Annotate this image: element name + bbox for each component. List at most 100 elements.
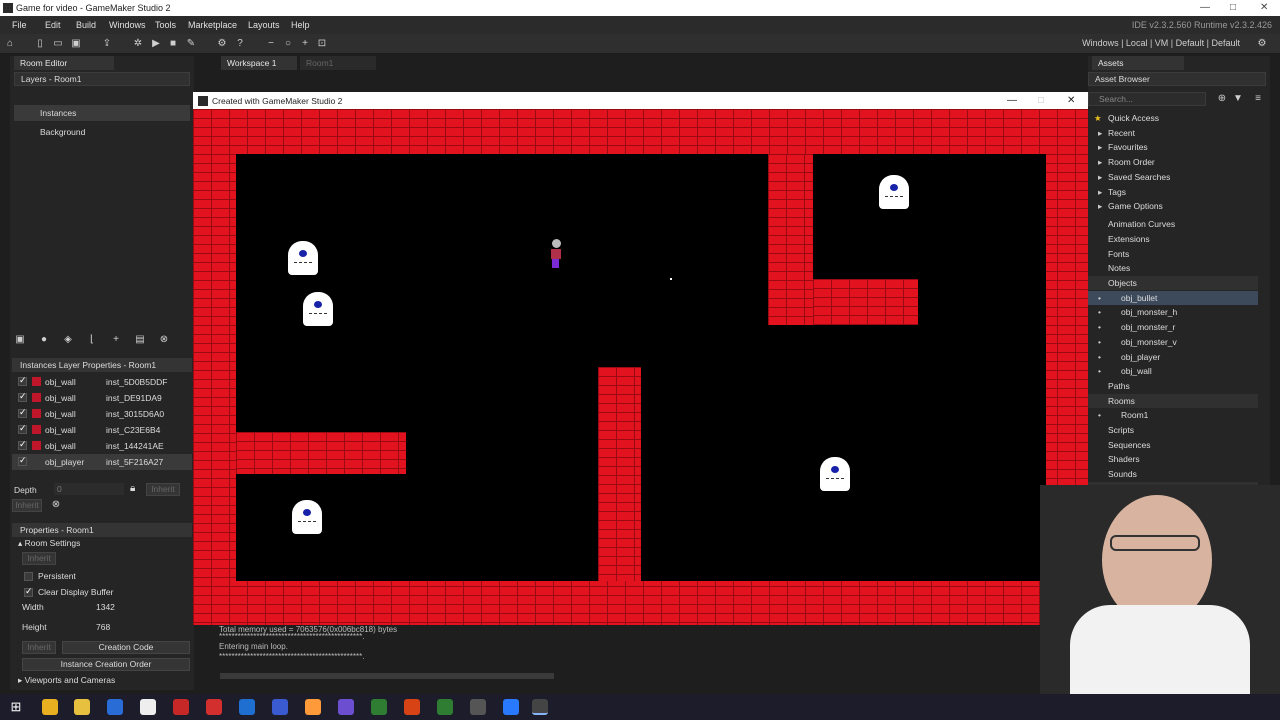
instance-row[interactable]: obj_wall inst_3015D6A0 xyxy=(12,406,192,422)
clean-icon[interactable]: ✎ xyxy=(185,38,197,50)
asset-item[interactable]: ▸ Recent xyxy=(1088,126,1258,140)
instance-checkbox[interactable] xyxy=(18,375,27,386)
asset-item[interactable]: Objects xyxy=(1088,276,1258,290)
menu-edit[interactable]: Edit xyxy=(45,20,61,30)
menu-layouts[interactable]: Layouts xyxy=(248,20,280,30)
menu-file[interactable]: File xyxy=(12,20,27,30)
game-maximize-button[interactable]: □ xyxy=(1038,95,1044,106)
menu-windows[interactable]: Windows xyxy=(109,20,146,30)
home-icon[interactable]: ⌂ xyxy=(4,38,16,50)
debug-icon[interactable]: ✲ xyxy=(132,38,144,50)
depth-input[interactable]: 0 xyxy=(54,483,124,495)
open-project-icon[interactable]: ▭ xyxy=(52,38,64,50)
fit-icon[interactable]: ⊡ xyxy=(316,38,328,50)
asset-item[interactable]: Scripts xyxy=(1088,423,1258,437)
new-project-icon[interactable]: ▯ xyxy=(34,38,46,50)
inherit-code-button[interactable]: Inherit xyxy=(22,641,56,654)
asset-item[interactable]: • obj_monster_h xyxy=(1088,305,1258,319)
instance-checkbox[interactable] xyxy=(18,455,27,466)
inherit-button[interactable]: Inherit xyxy=(12,499,42,512)
inherit-depth-button[interactable]: Inherit xyxy=(146,483,180,496)
folder-icon[interactable]: ▤ xyxy=(134,334,146,346)
instance-checkbox[interactable] xyxy=(18,423,27,434)
layer-instances[interactable]: Instances xyxy=(14,105,190,121)
app-icon[interactable] xyxy=(272,699,288,715)
teams-icon[interactable] xyxy=(338,699,354,715)
save-icon[interactable]: ▣ xyxy=(70,38,82,50)
asset-item[interactable]: Notes xyxy=(1088,261,1258,275)
instance-row[interactable]: obj_wall inst_144241AE xyxy=(12,438,192,454)
game-canvas[interactable] xyxy=(193,109,1088,625)
clear-display-checkbox[interactable] xyxy=(24,586,33,597)
inherit-room-button[interactable]: Inherit xyxy=(22,552,56,565)
clock-icon[interactable] xyxy=(470,699,486,715)
asset-item[interactable]: • Room1 xyxy=(1088,408,1258,422)
filter-icon[interactable]: ▼ xyxy=(1232,93,1244,105)
asset-item[interactable]: ▸ Tags xyxy=(1088,185,1258,199)
sims-icon[interactable] xyxy=(140,699,156,715)
run-icon[interactable]: ▶ xyxy=(150,38,162,50)
asset-item[interactable]: • obj_wall xyxy=(1088,364,1258,378)
viewports-header[interactable]: ▸ Viewports and Cameras xyxy=(18,675,188,691)
instance-row[interactable]: obj_wall inst_C23E6B4 xyxy=(12,422,192,438)
asset-browser-dropdown[interactable]: Asset Browser xyxy=(1088,72,1266,86)
instance-row[interactable]: obj_wall inst_5D0B5DDF xyxy=(12,374,192,390)
asset-item[interactable]: ▸ Favourites xyxy=(1088,140,1258,154)
help-icon[interactable]: ? xyxy=(234,38,246,50)
close-button[interactable]: ✕ xyxy=(1260,2,1268,13)
gamemaker-icon[interactable] xyxy=(371,699,387,715)
outlook-icon[interactable] xyxy=(239,699,255,715)
delete-icon[interactable]: ⊗ xyxy=(158,334,170,346)
menu-tools[interactable]: Tools xyxy=(155,20,176,30)
menu-icon[interactable]: ≡ xyxy=(1252,93,1264,105)
lock-icon[interactable]: 🔒︎ xyxy=(130,483,135,494)
horizontal-scrollbar[interactable] xyxy=(220,673,554,679)
height-input[interactable]: 768 xyxy=(96,622,110,638)
add-icon[interactable]: ⊕ xyxy=(1216,93,1228,105)
asset-item[interactable]: Shaders xyxy=(1088,452,1258,466)
creation-code-button[interactable]: Creation Code xyxy=(62,641,190,654)
asset-item[interactable]: ▸ Room Order xyxy=(1088,155,1258,169)
chrome-icon[interactable] xyxy=(42,699,58,715)
gamemaker-active-icon[interactable] xyxy=(532,699,548,715)
asset-item[interactable]: Fonts xyxy=(1088,247,1258,261)
asset-item[interactable]: ▸ Game Options xyxy=(1088,199,1258,213)
instance-row[interactable]: obj_player inst_5F216A27 xyxy=(12,454,192,470)
asset-item[interactable]: • obj_monster_r xyxy=(1088,320,1258,334)
powerpoint-icon[interactable] xyxy=(404,699,420,715)
tab-room-editor[interactable]: Room Editor xyxy=(14,56,114,70)
layers-dropdown[interactable]: Layers - Room1 xyxy=(14,72,190,86)
target-selector[interactable]: Windows | Local | VM | Default | Default xyxy=(1082,38,1240,48)
instance-checkbox[interactable] xyxy=(18,407,27,418)
settings-icon[interactable]: ⚙ xyxy=(216,38,228,50)
asset-item[interactable]: ▸ Saved Searches xyxy=(1088,170,1258,184)
asset-item[interactable]: Sounds xyxy=(1088,467,1258,481)
vlc-icon[interactable] xyxy=(305,699,321,715)
menu-marketplace[interactable]: Marketplace xyxy=(188,20,237,30)
menu-build[interactable]: Build xyxy=(76,20,96,30)
path-icon[interactable]: ⌊ xyxy=(86,334,98,346)
add-layer-icon[interactable]: + xyxy=(110,334,122,346)
store-icon[interactable] xyxy=(107,699,123,715)
search-input[interactable]: Search... xyxy=(1088,92,1206,106)
excel-icon[interactable] xyxy=(437,699,453,715)
asset-item[interactable]: Animation Curves xyxy=(1088,217,1258,231)
instance-checkbox[interactable] xyxy=(18,439,27,450)
game-close-button[interactable]: ✕ xyxy=(1067,95,1075,106)
override-icon[interactable]: ⊗ xyxy=(50,499,62,511)
gear-icon[interactable]: ⚙ xyxy=(1256,38,1268,50)
zoom-in-icon[interactable]: + xyxy=(299,38,311,50)
layer-background[interactable]: Background xyxy=(14,124,190,140)
asset-item[interactable]: • obj_bullet xyxy=(1088,290,1258,305)
minimize-button[interactable]: — xyxy=(1200,2,1210,13)
asset-item[interactable]: • obj_monster_v xyxy=(1088,335,1258,349)
start-icon[interactable]: ⊞ xyxy=(8,699,24,715)
asset-item[interactable]: ★ Quick Access xyxy=(1088,111,1258,125)
acrobat-icon[interactable] xyxy=(173,699,189,715)
export-icon[interactable]: ⇪ xyxy=(101,38,113,50)
tab-workspace[interactable]: Workspace 1 xyxy=(221,56,297,70)
width-input[interactable]: 1342 xyxy=(96,602,115,618)
zoom-reset-icon[interactable]: ○ xyxy=(282,38,294,50)
asset-item[interactable]: Sequences xyxy=(1088,438,1258,452)
instance-checkbox[interactable] xyxy=(18,391,27,402)
